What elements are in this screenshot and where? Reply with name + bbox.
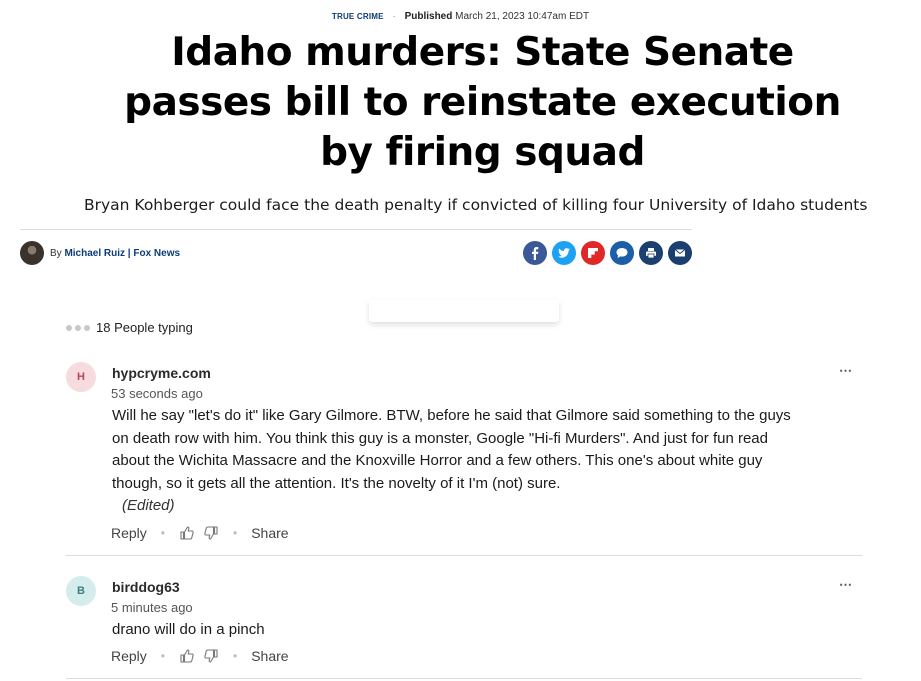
published-date: March 21, 2023 10:47am EDT [455,11,590,22]
article-meta: TRUE CRIME · Published March 21, 2023 10… [0,11,921,22]
typing-indicator: 18 People typing [66,320,193,335]
commenter-username[interactable]: hypcryme.com [112,365,211,381]
facebook-icon[interactable] [523,241,547,265]
more-options-icon[interactable]: ⋯ [839,577,852,593]
category-link[interactable]: TRUE CRIME [332,12,384,21]
byline-divider [20,229,692,230]
upvote-icon[interactable] [179,525,195,541]
comments-icon[interactable] [610,241,634,265]
commenter-username[interactable]: birddog63 [112,579,180,595]
share-bar [523,241,692,265]
article-subheadline: Bryan Kohberger could face the death pen… [84,196,868,214]
share-button[interactable]: Share [251,525,288,541]
action-separator: • [160,526,165,540]
reply-button[interactable]: Reply [111,648,147,664]
more-options-icon[interactable]: ⋯ [839,363,852,379]
comment-text: Will he say "let's do it" like Gary Gilm… [112,407,791,492]
commenter-avatar[interactable]: B [66,576,96,606]
comment-body: Will he say "let's do it" like Gary Gilm… [112,405,802,518]
reply-button[interactable]: Reply [111,525,147,541]
meta-separator: · [392,11,396,22]
article-headline: Idaho murders: State Senate passes bill … [124,30,841,175]
email-icon[interactable] [668,241,692,265]
comment-divider [66,678,862,679]
commenter-avatar[interactable]: H [66,362,96,392]
twitter-icon[interactable] [552,241,576,265]
edited-label: (Edited) [122,497,175,514]
upvote-icon[interactable] [179,648,195,664]
share-button[interactable]: Share [251,648,288,664]
downvote-icon[interactable] [203,648,219,664]
typing-text: 18 People typing [96,320,193,335]
comment-actions: Reply • • Share [111,525,289,541]
author-link[interactable]: Michael Ruiz | Fox News [64,248,180,259]
flipboard-icon[interactable] [581,241,605,265]
published-label: Published [404,11,453,22]
comment-actions: Reply • • Share [111,648,289,664]
comment-timestamp[interactable]: 53 seconds ago [111,386,203,401]
author-avatar[interactable] [20,241,44,265]
byline: By Michael Ruiz | Fox News [50,248,180,259]
print-icon[interactable] [639,241,663,265]
action-separator: • [233,526,238,540]
comment-divider [66,555,862,556]
byline-prefix: By [50,248,62,259]
comment: H hypcryme.com ⋯ 53 seconds ago Will he … [66,362,862,556]
comment-body: drano will do in a pinch [112,619,802,642]
comment-text: drano will do in a pinch [112,621,265,638]
typing-dots-icon [66,324,90,331]
action-separator: • [160,649,165,663]
comment-timestamp[interactable]: 5 minutes ago [111,600,193,615]
comment-widget-card [369,300,559,322]
downvote-icon[interactable] [203,525,219,541]
action-separator: • [233,649,238,663]
comment: B birddog63 ⋯ 5 minutes ago drano will d… [66,576,862,680]
